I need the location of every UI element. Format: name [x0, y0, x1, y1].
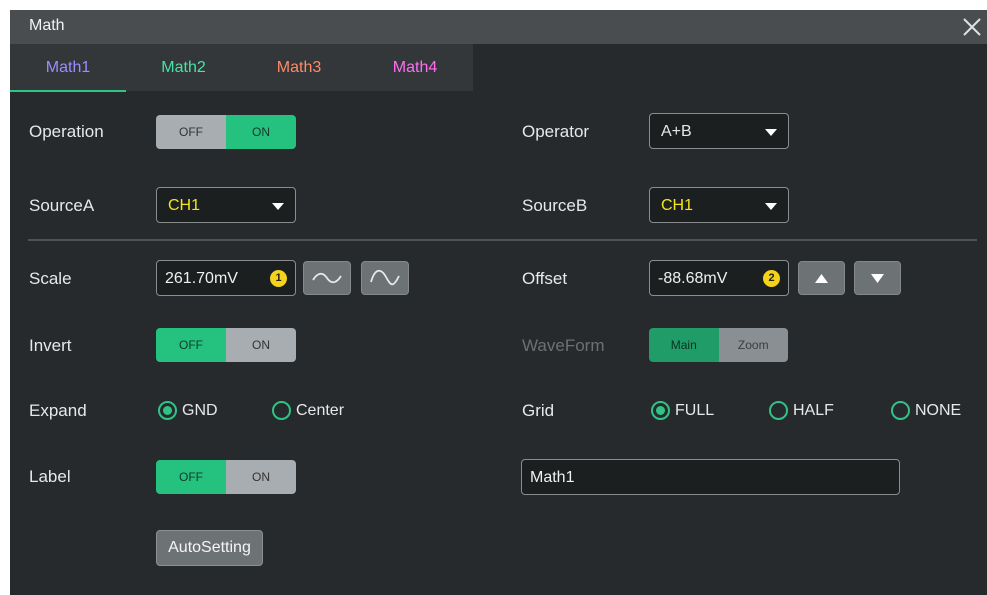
- scale-label: Scale: [29, 269, 72, 288]
- operator-value: A+B: [661, 123, 692, 140]
- offset-field[interactable]: -88.68mV 2: [649, 260, 789, 296]
- sourcea-label: SourceA: [29, 196, 95, 215]
- operation-on[interactable]: ON: [226, 115, 296, 149]
- label-text-value: Math1: [530, 469, 575, 486]
- grid-label: Grid: [522, 401, 555, 420]
- radio-selected-icon: [651, 401, 670, 420]
- grid-half-radio[interactable]: HALF: [769, 401, 834, 420]
- scale-value: 261.70mV: [165, 270, 238, 287]
- chevron-down-icon: [765, 129, 777, 136]
- grid-none-label: NONE: [915, 401, 962, 419]
- knob-1-icon: 1: [270, 270, 287, 287]
- tab-math3-label: Math3: [276, 59, 322, 76]
- offset-down-button[interactable]: [854, 261, 901, 295]
- coarse-scale-button[interactable]: [361, 261, 409, 295]
- waveform-toggle: Main Zoom: [649, 328, 788, 362]
- label-text-input[interactable]: Math1: [521, 459, 900, 495]
- radio-selected-icon: [158, 401, 177, 420]
- grid-half-label: HALF: [793, 401, 834, 419]
- invert-off[interactable]: OFF: [156, 328, 226, 362]
- tab-math4-label: Math4: [392, 59, 438, 76]
- grid-full-label: FULL: [675, 401, 715, 419]
- sourceb-value: CH1: [661, 197, 694, 214]
- title-bar: Math: [10, 10, 987, 44]
- grid-none-radio[interactable]: NONE: [891, 401, 961, 420]
- section-divider: [28, 239, 977, 241]
- sine-wave-icon: [312, 272, 342, 284]
- invert-label: Invert: [29, 336, 72, 355]
- grid-full-radio[interactable]: FULL: [651, 401, 714, 420]
- close-icon[interactable]: [959, 14, 985, 40]
- tab-math2-label: Math2: [161, 59, 206, 76]
- operator-dropdown[interactable]: A+B: [649, 113, 789, 149]
- label-row-label: Label: [29, 467, 71, 486]
- expand-center-radio[interactable]: Center: [272, 401, 344, 420]
- expand-gnd-radio[interactable]: GND: [158, 401, 218, 420]
- waveform-zoom: Zoom: [718, 328, 788, 362]
- label-toggle[interactable]: OFF ON: [156, 460, 296, 494]
- operation-label: Operation: [29, 122, 104, 141]
- waveform-main: Main: [649, 328, 719, 362]
- tab-math1[interactable]: Math1: [10, 44, 126, 92]
- dialog-title: Math: [29, 17, 65, 34]
- math-tabs: Math1 Math2 Math3 Math4: [10, 44, 473, 92]
- tab-math1-label: Math1: [45, 59, 91, 76]
- tab-math4[interactable]: Math4: [357, 44, 473, 91]
- sourcea-dropdown[interactable]: CH1: [156, 187, 296, 223]
- math-dialog: Math Math1 Math2 Math3 Math4 Operation O…: [10, 10, 987, 595]
- invert-toggle[interactable]: OFF ON: [156, 328, 296, 362]
- offset-label: Offset: [522, 269, 568, 288]
- scale-field[interactable]: 261.70mV 1: [156, 260, 296, 296]
- expand-gnd-label: GND: [182, 401, 218, 419]
- fine-scale-button[interactable]: [303, 261, 351, 295]
- wave-icon: [370, 269, 400, 286]
- autosetting-button[interactable]: AutoSetting: [156, 530, 263, 566]
- sourceb-dropdown[interactable]: CH1: [649, 187, 789, 223]
- operation-off[interactable]: OFF: [156, 115, 226, 149]
- operator-label: Operator: [522, 122, 590, 141]
- chevron-down-icon: [272, 203, 284, 210]
- expand-center-label: Center: [296, 401, 345, 419]
- radio-unselected-icon: [769, 401, 788, 420]
- offset-up-button[interactable]: [798, 261, 845, 295]
- radio-unselected-icon: [891, 401, 910, 420]
- chevron-down-icon: [765, 203, 777, 210]
- operation-toggle[interactable]: OFF ON: [156, 115, 296, 149]
- expand-label: Expand: [29, 401, 87, 420]
- tab-math2[interactable]: Math2: [126, 44, 241, 91]
- knob-2-icon: 2: [763, 270, 780, 287]
- tab-math3[interactable]: Math3: [241, 44, 357, 91]
- invert-on[interactable]: ON: [226, 328, 296, 362]
- label-on[interactable]: ON: [226, 460, 296, 494]
- sourcea-value: CH1: [168, 197, 201, 214]
- waveform-label: WaveForm: [522, 336, 605, 355]
- triangle-up-icon: [815, 274, 828, 283]
- offset-value: -88.68mV: [658, 270, 728, 287]
- triangle-down-icon: [871, 274, 884, 283]
- sourceb-label: SourceB: [522, 196, 588, 215]
- radio-unselected-icon: [272, 401, 291, 420]
- active-tab-indicator: [10, 90, 126, 92]
- label-off[interactable]: OFF: [156, 460, 226, 494]
